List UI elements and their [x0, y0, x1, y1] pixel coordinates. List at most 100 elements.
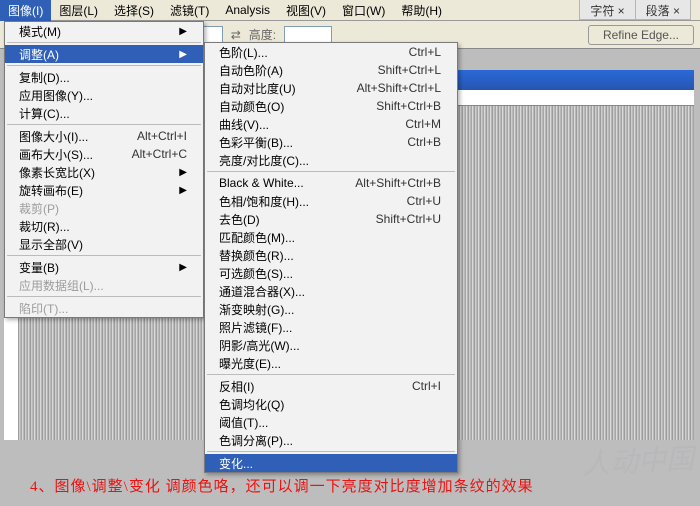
menu-adjust-item[interactable]: 阈值(T)...: [205, 413, 457, 431]
menu-item-label: 裁切(R)...: [19, 218, 70, 235]
menu-item-label: 匹配颜色(M)...: [219, 229, 295, 246]
menu-item-label: 去色(D): [219, 211, 260, 228]
menu-item-label: 自动色阶(A): [219, 62, 283, 79]
menu-item-label: 渐变映射(G)...: [219, 301, 294, 318]
menu-adjust-item[interactable]: 渐变映射(G)...: [205, 300, 457, 318]
menu-item-label: 旋转画布(E): [19, 182, 83, 199]
menu-item-label: 自动对比度(U): [219, 80, 296, 97]
menu-image-item: 应用数据组(L)...: [5, 276, 203, 294]
menu-image-item[interactable]: 变量(B) ▶: [5, 258, 203, 276]
menu-3[interactable]: 滤镜(T): [162, 0, 217, 21]
menu-adjust-item[interactable]: 曝光度(E)...: [205, 354, 457, 372]
menu-item-shortcut: Ctrl+B: [407, 135, 441, 149]
menu-image-item[interactable]: 图像大小(I)... Alt+Ctrl+I: [5, 127, 203, 145]
submenu-arrow-icon: ▶: [179, 167, 187, 178]
menu-adjust-item[interactable]: 色调分离(P)...: [205, 431, 457, 449]
menu-item-label: 陷印(T)...: [19, 300, 68, 317]
menu-image-item[interactable]: 复制(D)...: [5, 68, 203, 86]
menu-adjust-item[interactable]: 去色(D)Shift+Ctrl+U: [205, 210, 457, 228]
menu-adjust-item[interactable]: 阴影/高光(W)...: [205, 336, 457, 354]
menu-item-label: 照片滤镜(F)...: [219, 319, 292, 336]
menu-7[interactable]: 帮助(H): [393, 0, 450, 21]
menu-item-shortcut: Alt+Shift+Ctrl+L: [357, 81, 441, 95]
menu-adjust-item[interactable]: 匹配颜色(M)...: [205, 228, 457, 246]
menu-item-label: 自动颜色(O): [219, 98, 284, 115]
submenu-arrow-icon: ▶: [179, 185, 187, 196]
menu-adjust-item[interactable]: 变化...: [205, 454, 457, 472]
menu-item-shortcut: Alt+Ctrl+C: [132, 147, 187, 161]
menu-adjust-item[interactable]: 自动色阶(A)Shift+Ctrl+L: [205, 61, 457, 79]
menu-item-label: 变量(B): [19, 259, 59, 276]
menu-image-item[interactable]: 显示全部(V): [5, 235, 203, 253]
menu-item-label: 复制(D)...: [19, 69, 70, 86]
menu-image-item[interactable]: 模式(M) ▶: [5, 22, 203, 40]
menu-image-item[interactable]: 像素长宽比(X)▶: [5, 163, 203, 181]
menu-image-separator: [7, 296, 201, 297]
swap-icon[interactable]: ⇄: [231, 28, 241, 42]
menu-item-label: 色相/饱和度(H)...: [219, 193, 309, 210]
submenu-arrow-icon: ▶: [179, 262, 187, 273]
menu-adjust-item[interactable]: 色彩平衡(B)...Ctrl+B: [205, 133, 457, 151]
menu-item-label: 通道混合器(X)...: [219, 283, 305, 300]
menu-item-label: 裁剪(P): [19, 200, 59, 217]
menu-item-label: 计算(C)...: [19, 105, 70, 122]
menu-adjust-item[interactable]: 色阶(L)...Ctrl+L: [205, 43, 457, 61]
menu-image-item[interactable]: 应用图像(Y)...: [5, 86, 203, 104]
menu-item-shortcut: Alt+Ctrl+I: [137, 129, 187, 143]
menu-item-label: 曲线(V)...: [219, 116, 269, 133]
menu-image-separator: [7, 124, 201, 125]
menu-item-label: 曝光度(E)...: [219, 355, 281, 372]
menu-item-shortcut: Ctrl+L: [409, 45, 441, 59]
menu-1[interactable]: 图层(L): [51, 0, 106, 21]
height-input[interactable]: [284, 26, 332, 44]
menu-item-label: 图像大小(I)...: [19, 128, 88, 145]
menu-0[interactable]: 图像(I): [0, 0, 51, 21]
menu-image-item: 陷印(T)...: [5, 299, 203, 317]
menu-adjust-item[interactable]: 亮度/对比度(C)...: [205, 151, 457, 169]
menu-adjust-item[interactable]: Black & White...Alt+Shift+Ctrl+B: [205, 174, 457, 192]
menu-adjust-item[interactable]: 替换颜色(R)...: [205, 246, 457, 264]
panel-tab-1[interactable]: 段落 ×: [636, 0, 690, 19]
menu-adjust-separator: [207, 451, 455, 452]
menu-2[interactable]: 选择(S): [106, 0, 162, 21]
menu-item-label: 调整(A): [19, 46, 59, 63]
menu-adjust-item[interactable]: 自动颜色(O) Shift+Ctrl+B: [205, 97, 457, 115]
height-label: 高度:: [249, 26, 276, 43]
menu-item-shortcut: Shift+Ctrl+B: [376, 99, 441, 113]
menu-image-item[interactable]: 旋转画布(E) ▶: [5, 181, 203, 199]
panel-tabs: 字符 ×段落 ×: [579, 0, 691, 20]
menu-image-separator: [7, 255, 201, 256]
menu-adjust-item[interactable]: 自动对比度(U) Alt+Shift+Ctrl+L: [205, 79, 457, 97]
menu-item-label: 色调均化(Q): [219, 396, 284, 413]
menu-item-label: 模式(M): [19, 23, 61, 40]
menu-image: 模式(M) ▶ 调整(A) ▶ 复制(D)...应用图像(Y)...计算(C)... 图像…: [4, 21, 204, 318]
menu-image-separator: [7, 42, 201, 43]
menu-item-shortcut: Alt+Shift+Ctrl+B: [355, 176, 441, 190]
menu-image-item[interactable]: 计算(C)...: [5, 104, 203, 122]
menu-adjustments: 色阶(L)...Ctrl+L自动色阶(A)Shift+Ctrl+L自动对比度(U…: [204, 42, 458, 473]
menu-adjust-item[interactable]: 可选颜色(S)...: [205, 264, 457, 282]
menu-adjust-item[interactable]: 照片滤镜(F)...: [205, 318, 457, 336]
submenu-arrow-icon: ▶: [179, 49, 187, 60]
menu-4[interactable]: Analysis: [217, 1, 278, 19]
menu-adjust-separator: [207, 171, 455, 172]
menu-adjust-item[interactable]: 曲线(V)... Ctrl+M: [205, 115, 457, 133]
menu-adjust-item[interactable]: 色调均化(Q): [205, 395, 457, 413]
menu-item-shortcut: Ctrl+I: [412, 379, 441, 393]
menu-6[interactable]: 窗口(W): [334, 0, 393, 21]
menu-5[interactable]: 视图(V): [278, 0, 334, 21]
menu-item-shortcut: Ctrl+M: [405, 117, 441, 131]
menu-item-label: 反相(I): [219, 378, 254, 395]
menu-item-label: 应用图像(Y)...: [19, 87, 93, 104]
menu-item-label: 阈值(T)...: [219, 414, 268, 431]
menu-image-item[interactable]: 调整(A) ▶: [5, 45, 203, 63]
refine-edge-button[interactable]: Refine Edge...: [588, 25, 694, 45]
menu-adjust-item[interactable]: 反相(I) Ctrl+I: [205, 377, 457, 395]
menu-image-item[interactable]: 画布大小(S)...Alt+Ctrl+C: [5, 145, 203, 163]
submenu-arrow-icon: ▶: [179, 26, 187, 37]
menu-adjust-item[interactable]: 通道混合器(X)...: [205, 282, 457, 300]
menu-adjust-item[interactable]: 色相/饱和度(H)...Ctrl+U: [205, 192, 457, 210]
menu-item-label: 变化...: [219, 455, 253, 472]
panel-tab-0[interactable]: 字符 ×: [580, 0, 635, 19]
menu-image-item[interactable]: 裁切(R)...: [5, 217, 203, 235]
